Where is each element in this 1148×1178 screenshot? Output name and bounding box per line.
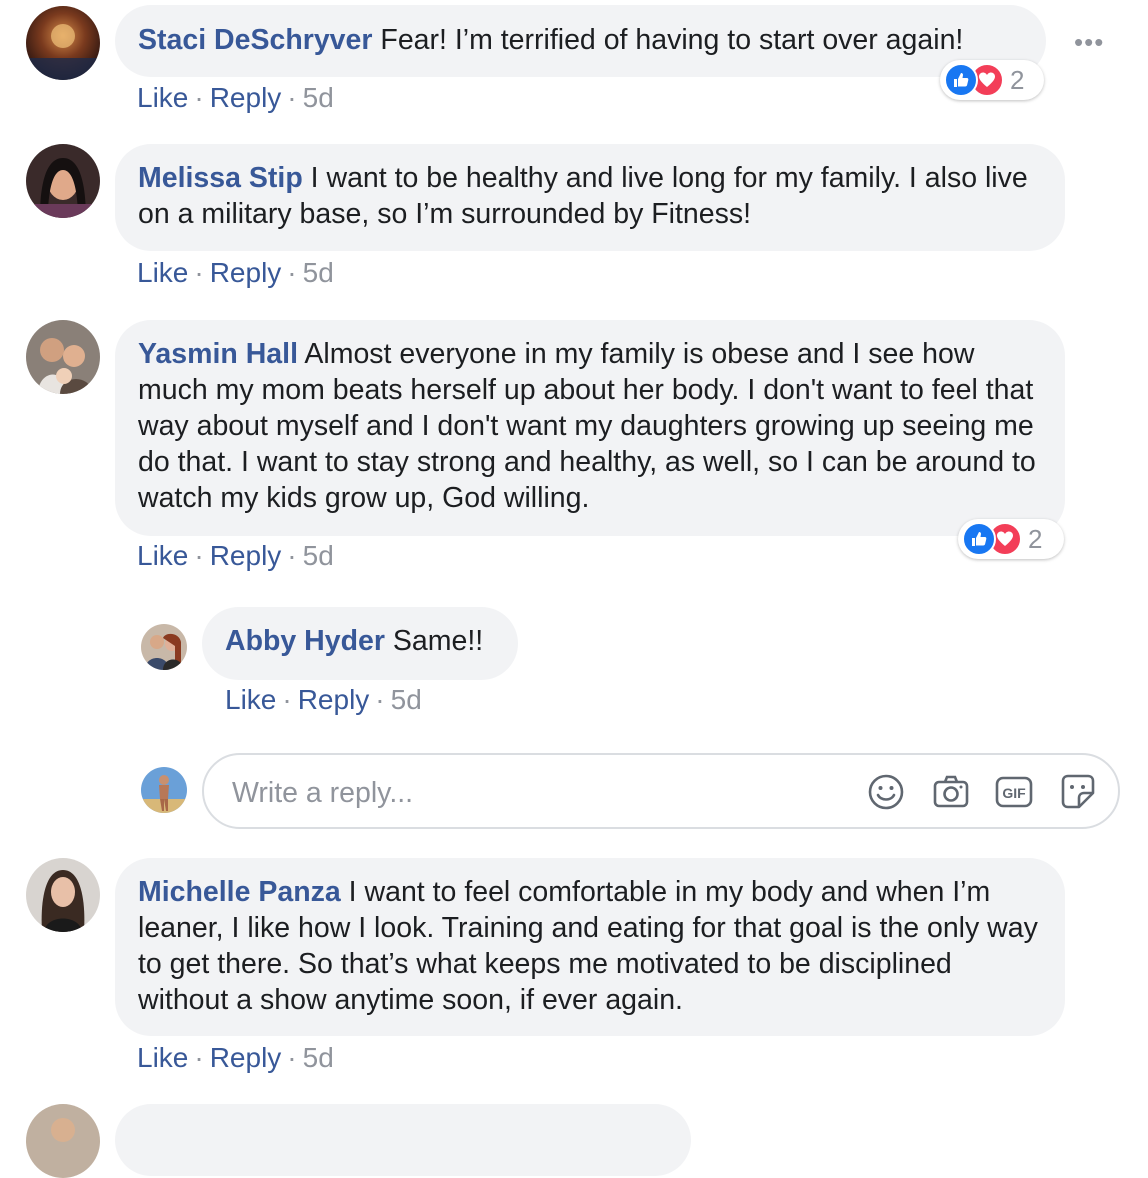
timestamp[interactable]: 5d (303, 1042, 334, 1073)
comment-bubble: Melissa Stip I want to be healthy and li… (115, 144, 1065, 251)
more-options-icon[interactable]: ••• (1074, 29, 1104, 55)
separator-dot: · (287, 540, 297, 571)
timestamp[interactable]: 5d (303, 82, 334, 113)
reply-composer[interactable]: GIF (202, 753, 1120, 829)
comment-actions: Like · Reply · 5d (137, 539, 334, 573)
separator-dot: · (287, 257, 297, 288)
separator-dot: · (194, 1042, 204, 1073)
reply-link[interactable]: Reply (210, 1042, 282, 1073)
separator-dot: · (194, 540, 204, 571)
like-link[interactable]: Like (137, 540, 188, 571)
reply-link[interactable]: Reply (210, 257, 282, 288)
like-link[interactable]: Like (137, 257, 188, 288)
like-link[interactable]: Like (137, 82, 188, 113)
timestamp[interactable]: 5d (303, 257, 334, 288)
current-user-avatar[interactable] (141, 767, 187, 813)
reactions-summary[interactable]: 2 (940, 60, 1044, 100)
author-name[interactable]: Yasmin Hall (138, 338, 298, 370)
author-name[interactable]: Abby Hyder (225, 625, 385, 657)
separator-dot: · (287, 82, 297, 113)
separator-dot: · (282, 684, 292, 715)
reply-link[interactable]: Reply (210, 540, 282, 571)
avatar[interactable] (26, 6, 100, 80)
thumbs-up-icon (944, 63, 978, 97)
timestamp[interactable]: 5d (391, 684, 422, 715)
timestamp[interactable]: 5d (303, 540, 334, 571)
separator-dot: · (287, 1042, 297, 1073)
reply-actions: Like · Reply · 5d (225, 683, 422, 717)
avatar[interactable] (141, 624, 187, 670)
comment-text: Fear! I’m terrified of having to start o… (380, 24, 964, 56)
svg-text:GIF: GIF (1002, 785, 1026, 801)
separator-dot: · (194, 82, 204, 113)
avatar[interactable] (26, 858, 100, 932)
comment-actions: Like · Reply · 5d (137, 1041, 334, 1075)
avatar[interactable] (26, 320, 100, 394)
thumbs-up-icon (962, 522, 996, 556)
reply-link[interactable]: Reply (298, 684, 370, 715)
author-name[interactable]: Michelle Panza (138, 876, 341, 908)
reaction-count: 2 (1010, 64, 1025, 95)
separator-dot: · (375, 684, 385, 715)
emoji-icon[interactable] (867, 773, 905, 811)
comment-bubble: Staci DeSchryver Fear! I’m terrified of … (115, 5, 1046, 77)
comment-bubble: Michelle Panza I want to feel comfortabl… (115, 858, 1065, 1036)
like-link[interactable]: Like (225, 684, 276, 715)
comment-bubble: Yasmin Hall Almost everyone in my family… (115, 320, 1065, 536)
camera-icon[interactable] (932, 773, 970, 811)
separator-dot: · (194, 257, 204, 288)
comment-actions: Like · Reply · 5d (137, 256, 334, 290)
reply-bubble: Abby Hyder Same!! (202, 607, 518, 680)
sticker-icon[interactable] (1059, 773, 1097, 811)
reply-link[interactable]: Reply (210, 82, 282, 113)
comment-text: Same!! (392, 625, 484, 657)
author-name[interactable]: Melissa Stip (138, 162, 303, 194)
avatar[interactable] (26, 1104, 100, 1178)
reply-input[interactable] (230, 773, 834, 813)
comment-bubble (115, 1104, 691, 1176)
gif-icon[interactable]: GIF (995, 773, 1033, 811)
reactions-summary[interactable]: 2 (958, 519, 1064, 559)
like-link[interactable]: Like (137, 1042, 188, 1073)
reaction-count: 2 (1028, 523, 1043, 554)
avatar[interactable] (26, 144, 100, 218)
comment-actions: Like · Reply · 5d (137, 81, 334, 115)
author-name[interactable]: Staci DeSchryver (138, 24, 372, 56)
